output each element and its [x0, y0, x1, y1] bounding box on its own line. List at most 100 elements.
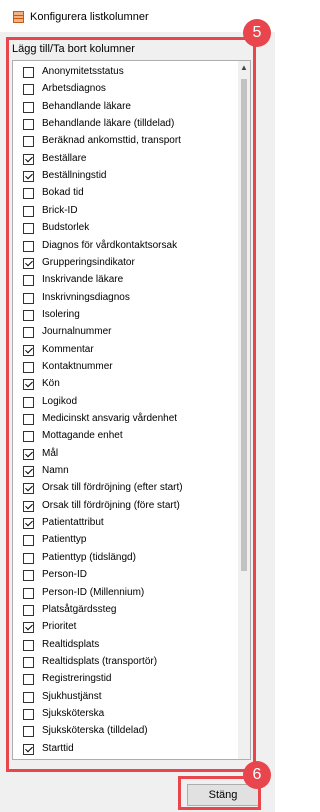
list-item[interactable]: Mål — [13, 446, 239, 465]
list-item[interactable]: Sjuksköterska (tilldelad) — [13, 723, 239, 742]
list-item-label: Sjuksköterska — [42, 707, 105, 719]
checkbox[interactable] — [23, 587, 34, 599]
list-item-label: Orsak till fördröjning (före start) — [42, 499, 180, 511]
list-item[interactable]: Sjuksköterska — [13, 706, 239, 725]
checkbox[interactable] — [23, 743, 34, 755]
checkbox[interactable] — [23, 726, 34, 738]
checkbox[interactable] — [23, 466, 34, 478]
checkbox[interactable] — [23, 327, 34, 339]
list-item[interactable]: Kommentar — [13, 342, 239, 361]
checkbox[interactable] — [23, 344, 34, 356]
checkbox[interactable] — [23, 136, 34, 148]
list-item[interactable]: Diagnos för vårdkontaktsorsak — [13, 238, 239, 257]
checkbox[interactable] — [23, 379, 34, 391]
list-item[interactable]: Beräknad ankomsttid, transport — [13, 133, 239, 152]
list-item[interactable]: Budstorlek — [13, 220, 239, 239]
checkbox[interactable] — [23, 309, 34, 321]
list-item[interactable]: Starttid — [13, 741, 239, 759]
list-item[interactable]: Kön — [13, 376, 239, 395]
list-item-label: Kommentar — [42, 343, 94, 355]
checkbox[interactable] — [23, 292, 34, 304]
list-item[interactable]: Person-ID — [13, 567, 239, 586]
checkbox[interactable] — [23, 674, 34, 686]
checkbox[interactable] — [23, 257, 34, 269]
list-item[interactable]: Realtidsplats — [13, 637, 239, 656]
checkbox[interactable] — [23, 691, 34, 703]
list-item[interactable]: Realtidsplats (transportör) — [13, 654, 239, 673]
checkbox[interactable] — [23, 361, 34, 373]
checkbox[interactable] — [23, 431, 34, 443]
checkbox[interactable] — [23, 84, 34, 96]
list-item[interactable]: Inskrivande läkare — [13, 272, 239, 291]
list-item[interactable]: Anonymitetsstatus — [13, 64, 239, 83]
checkbox[interactable] — [23, 604, 34, 616]
annotation-badge-5: 5 — [243, 19, 271, 47]
list-item-label: Patientattribut — [42, 517, 104, 529]
checkbox[interactable] — [23, 205, 34, 217]
list-item[interactable]: Person-ID (Millennium) — [13, 585, 239, 604]
list-item-label: Mottagande enhet — [42, 430, 123, 442]
list-item[interactable]: Grupperingsindikator — [13, 255, 239, 274]
close-button[interactable]: Stäng — [187, 784, 259, 806]
list-item-label: Sjukhustjänst — [42, 690, 102, 702]
list-item[interactable]: Patienttyp — [13, 532, 239, 551]
list-item[interactable]: Arbetsdiagnos — [13, 81, 239, 100]
list-item[interactable]: Logikod — [13, 394, 239, 413]
list-item[interactable]: Prioritet — [13, 619, 239, 638]
list-item[interactable]: Sjukhustjänst — [13, 689, 239, 708]
checkbox[interactable] — [23, 656, 34, 668]
scrollbar-thumb[interactable] — [241, 79, 247, 571]
checkbox[interactable] — [23, 570, 34, 582]
list-item[interactable]: Kontaktnummer — [13, 359, 239, 378]
list-item[interactable]: Brick-ID — [13, 203, 239, 222]
checkbox[interactable] — [23, 639, 34, 651]
list-item-label: Namn — [42, 465, 69, 477]
checkbox[interactable] — [23, 622, 34, 634]
checkbox[interactable] — [23, 448, 34, 460]
checkbox[interactable] — [23, 240, 34, 252]
checkbox[interactable] — [23, 535, 34, 547]
list-item-label: Patienttyp — [42, 534, 87, 546]
list-item[interactable]: Orsak till fördröjning (efter start) — [13, 480, 239, 499]
list-item[interactable]: Inskrivningsdiagnos — [13, 290, 239, 309]
list-item-label: Inskrivningsdiagnos — [42, 291, 130, 303]
list-item[interactable]: Medicinskt ansvarig vårdenhet — [13, 411, 239, 430]
checkbox[interactable] — [23, 483, 34, 495]
checkbox[interactable] — [23, 414, 34, 425]
checkbox[interactable] — [23, 223, 34, 235]
checkbox[interactable] — [23, 708, 34, 720]
list-item[interactable]: Orsak till fördröjning (före start) — [13, 498, 239, 517]
list-item[interactable]: Beställningstid — [13, 168, 239, 187]
checkbox[interactable] — [23, 101, 34, 113]
checkbox[interactable] — [23, 119, 34, 131]
column-list[interactable]: Anonymitetsstatus Arbetsdiagnos Behandland… — [12, 60, 251, 760]
checkbox[interactable] — [23, 171, 34, 183]
list-item[interactable]: Behandlande läkare (tilldelad) — [13, 116, 239, 135]
checkbox[interactable] — [23, 67, 34, 78]
group-label: Lägg till/Ta bort kolumner — [12, 43, 135, 55]
list-item-label: Grupperingsindikator — [42, 256, 135, 268]
scrollbar[interactable]: ▲ — [238, 61, 250, 759]
list-item-label: Starttid — [42, 742, 74, 754]
list-item[interactable]: Journalnummer — [13, 324, 239, 343]
chevron-up-icon[interactable]: ▲ — [238, 61, 250, 75]
checkbox[interactable] — [23, 500, 34, 512]
list-item[interactable]: Patientattribut — [13, 515, 239, 534]
checkbox[interactable] — [23, 275, 34, 287]
list-item[interactable]: Isolering — [13, 307, 239, 326]
list-item[interactable]: Platsåtgärdssteg — [13, 602, 239, 621]
checkbox[interactable] — [23, 552, 34, 564]
list-item[interactable]: Beställare — [13, 151, 239, 170]
list-item[interactable]: Status — [13, 758, 239, 759]
list-item-label: Patienttyp (tidslängd) — [42, 551, 136, 563]
list-item[interactable]: Behandlande läkare — [13, 99, 239, 118]
list-item[interactable]: Registreringstid — [13, 671, 239, 690]
list-item[interactable]: Bokad tid — [13, 185, 239, 204]
checkbox[interactable] — [23, 188, 34, 200]
checkbox[interactable] — [23, 396, 34, 408]
checkbox[interactable] — [23, 153, 34, 165]
list-item[interactable]: Mottagande enhet — [13, 428, 239, 447]
checkbox[interactable] — [23, 518, 34, 530]
list-item[interactable]: Namn — [13, 463, 239, 482]
list-item[interactable]: Patienttyp (tidslängd) — [13, 550, 239, 569]
